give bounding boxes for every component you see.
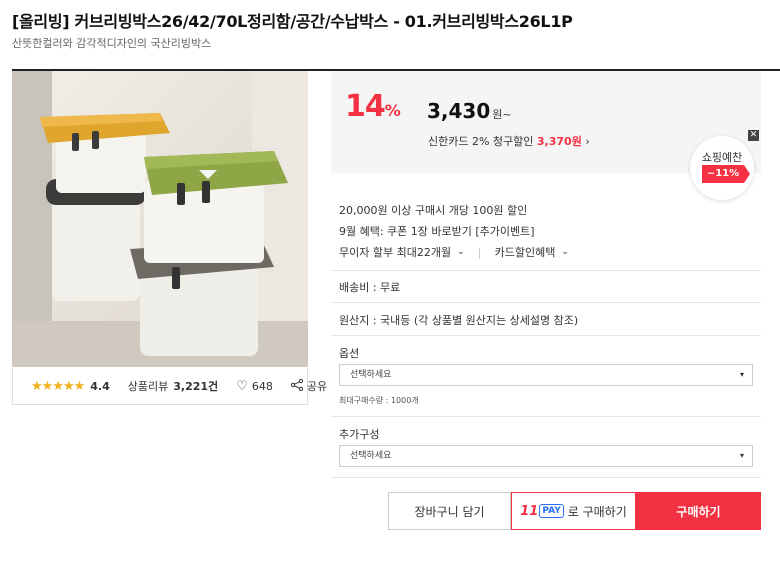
- review-count[interactable]: 3,221건: [173, 378, 218, 394]
- divider: [331, 335, 761, 336]
- installment-dropdown[interactable]: 무이자 할부 최대22개월 ⌄: [339, 244, 465, 260]
- close-icon[interactable]: ✕: [748, 130, 759, 141]
- addon-label: 추가구성: [339, 428, 380, 441]
- max-quantity: 최대구매수량 : 1000개: [339, 396, 419, 405]
- shopping-badge-title: 쇼핑예찬: [701, 151, 743, 164]
- divider: [331, 302, 761, 303]
- product-subtitle: 산뜻한컬러와 감각적디자인의 국산리빙박스: [12, 37, 212, 50]
- rating-bar: ★★★★★ 4.4 상품리뷰 3,221건 ♡ 648 공유: [12, 368, 327, 405]
- option-label: 옵션: [339, 347, 360, 360]
- 11pay-logo: 11 PAY: [520, 504, 564, 519]
- review-label[interactable]: 상품리뷰: [128, 378, 168, 394]
- chevron-right-icon: ›: [585, 135, 590, 148]
- divider: [331, 477, 761, 478]
- divider: [479, 247, 481, 259]
- chevron-down-icon: ⌄: [457, 247, 465, 257]
- chevron-down-icon: ▾: [739, 451, 744, 460]
- divider: [331, 416, 761, 417]
- shopping-badge[interactable]: 쇼핑예찬 ~11%: [690, 136, 754, 200]
- price-panel-notch: [199, 170, 217, 179]
- pay-11-button[interactable]: 11 PAY 로 구매하기: [511, 492, 636, 530]
- shopping-badge-value: ~11%: [702, 165, 750, 183]
- card-benefit-dropdown[interactable]: 카드할인혜택 ⌄: [495, 244, 569, 260]
- chevron-down-icon: ▾: [739, 370, 744, 379]
- product-title: [올리빙] 커브리빙박스26/42/70L정리함/공간/수납박스 - 01.커브…: [12, 12, 573, 31]
- heart-icon[interactable]: ♡: [236, 379, 248, 394]
- like-count: 648: [251, 379, 273, 393]
- benefit-coupon[interactable]: 9월 혜택: 쿠폰 1장 바로받기 [추가이벤트]: [339, 223, 535, 239]
- buy-now-button[interactable]: 구매하기: [636, 492, 761, 530]
- product-image[interactable]: [12, 71, 308, 367]
- shipping-info: 배송비 : 무료: [339, 281, 401, 294]
- chevron-down-icon: ⌄: [561, 247, 569, 257]
- card-discount[interactable]: 신한카드 2% 청구할인 3,370원 ›: [428, 133, 590, 149]
- discount-rate: 14%: [345, 89, 401, 124]
- addon-select[interactable]: 선택하세요 ▾: [339, 445, 753, 467]
- rating-score: 4.4: [90, 379, 110, 393]
- origin-info: 원산지 : 국내등 (각 상품별 원산지는 상세설명 참조): [339, 314, 579, 327]
- benefit-dropdowns: 무이자 할부 최대22개월 ⌄ 카드할인혜택 ⌄: [339, 244, 569, 260]
- card-discount-price: 3,370원: [536, 135, 582, 148]
- rating-stars: ★★★★★: [31, 378, 85, 394]
- share-icon[interactable]: [290, 378, 303, 394]
- benefit-discount: 20,000원 이상 구매시 개당 100원 할인: [339, 204, 528, 217]
- add-to-cart-button[interactable]: 장바구니 담기: [388, 492, 511, 530]
- sale-price: 3,430 원~: [427, 99, 512, 123]
- share-button[interactable]: 공유: [307, 378, 327, 394]
- option-select[interactable]: 선택하세요 ▾: [339, 364, 753, 386]
- divider: [331, 270, 761, 271]
